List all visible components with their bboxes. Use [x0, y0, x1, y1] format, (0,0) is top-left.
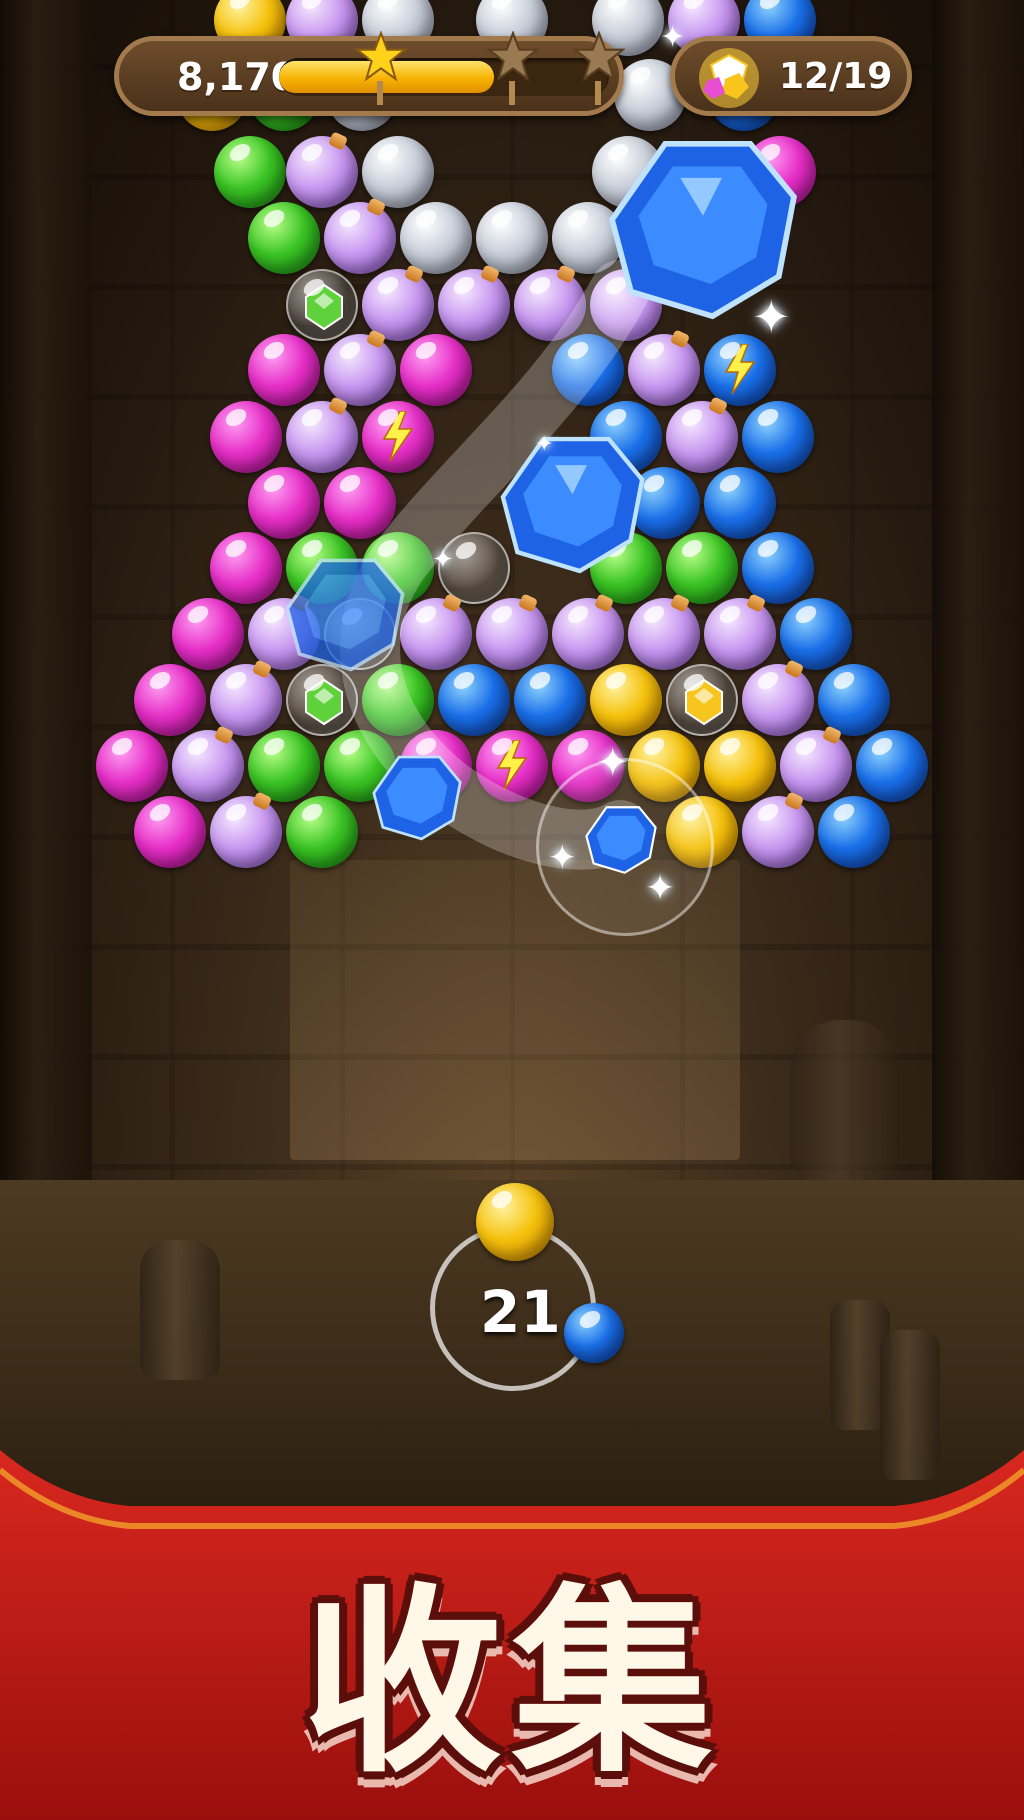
magenta-bubble: [134, 796, 206, 868]
yellow-bubble: [704, 730, 776, 802]
game-stage[interactable]: ✦ ✦ ✦ ✦ ✦ ✦ ✦ 8,170 12/19 21 收集: [0, 0, 1024, 1820]
gem-goal-panel: 12/19: [670, 36, 912, 116]
moves-remaining: 21: [480, 1278, 561, 1346]
potion-bubble: [324, 334, 396, 406]
potion-bubble: [286, 136, 358, 208]
potion-bubble: [400, 598, 472, 670]
gem-blue-icon: [372, 755, 462, 841]
blue-bubble: [514, 664, 586, 736]
blue-bubble: [818, 664, 890, 736]
blue-bubble: [742, 532, 814, 604]
sparkle-icon: ✦: [645, 868, 676, 909]
current-bubble[interactable]: [476, 1183, 554, 1261]
next-bubble-swap[interactable]: [564, 1303, 624, 1363]
score-panel: 8,170: [114, 31, 625, 116]
urn-decoration: [790, 1020, 900, 1180]
green-bubble: [214, 136, 286, 208]
potion-bubble: [780, 730, 852, 802]
gem-bubble: [286, 269, 358, 341]
magenta-bubble: [96, 730, 168, 802]
sparkle-icon: ✦: [596, 740, 630, 786]
vase-decoration: [140, 1240, 220, 1380]
green-bubble: [248, 730, 320, 802]
green-bubble: [248, 202, 320, 274]
magenta-bubble: [324, 467, 396, 539]
yellow-bubble: [590, 664, 662, 736]
lightning-bubble: [704, 334, 776, 406]
magenta-bubble: [248, 467, 320, 539]
blue-bubble: [704, 467, 776, 539]
potion-bubble: [628, 334, 700, 406]
potion-bubble: [324, 202, 396, 274]
sparkle-icon: ✦: [752, 290, 791, 344]
potion-bubble: [438, 269, 510, 341]
gem-blue-icon: [585, 806, 657, 874]
banner-title: 收集: [301, 1567, 722, 1800]
potion-bubble: [704, 598, 776, 670]
potion-bubble: [742, 664, 814, 736]
potion-bubble: [210, 796, 282, 868]
star-icon-filled: [355, 31, 407, 82]
gem-blue-icon: [285, 558, 405, 672]
magenta-bubble: [248, 334, 320, 406]
potion-bubble: [476, 598, 548, 670]
potion-bubble: [210, 664, 282, 736]
potion-bubble: [172, 730, 244, 802]
blue-bubble: [552, 334, 624, 406]
lightning-bubble: [362, 401, 434, 473]
green-bubble: [666, 532, 738, 604]
gem-goal-counter: 12/19: [779, 56, 893, 97]
silver-bubble: [362, 136, 434, 208]
potion-bubble: [742, 796, 814, 868]
potion-bubble: [628, 598, 700, 670]
star-marker-stem: [509, 81, 515, 105]
blue-bubble: [856, 730, 928, 802]
potion-bubble: [666, 401, 738, 473]
lightning-bubble: [476, 730, 548, 802]
sparkle-icon: ✦: [548, 838, 577, 878]
blue-bubble: [818, 796, 890, 868]
gem-blue-icon: [500, 436, 645, 574]
star-marker-stem: [595, 81, 601, 105]
star-marker-stem: [377, 81, 383, 105]
gem-goal-icon: [699, 48, 759, 108]
sparkle-icon: ✦: [432, 545, 454, 575]
silver-bubble: [400, 202, 472, 274]
potion-bubble: [514, 269, 586, 341]
magenta-bubble: [210, 401, 282, 473]
blue-bubble: [742, 401, 814, 473]
star-icon-empty: [573, 31, 625, 82]
green-bubble: [286, 796, 358, 868]
magenta-bubble: [400, 334, 472, 406]
magenta-bubble: [172, 598, 244, 670]
magenta-bubble: [210, 532, 282, 604]
sparkle-icon: ✦: [535, 432, 554, 457]
silver-bubble: [476, 202, 548, 274]
potion-bubble: [552, 598, 624, 670]
blue-bubble: [438, 664, 510, 736]
magenta-bubble: [134, 664, 206, 736]
blue-bubble: [780, 598, 852, 670]
star-icon-empty: [487, 31, 539, 82]
gem-bubble: [666, 664, 738, 736]
potion-bubble: [286, 401, 358, 473]
